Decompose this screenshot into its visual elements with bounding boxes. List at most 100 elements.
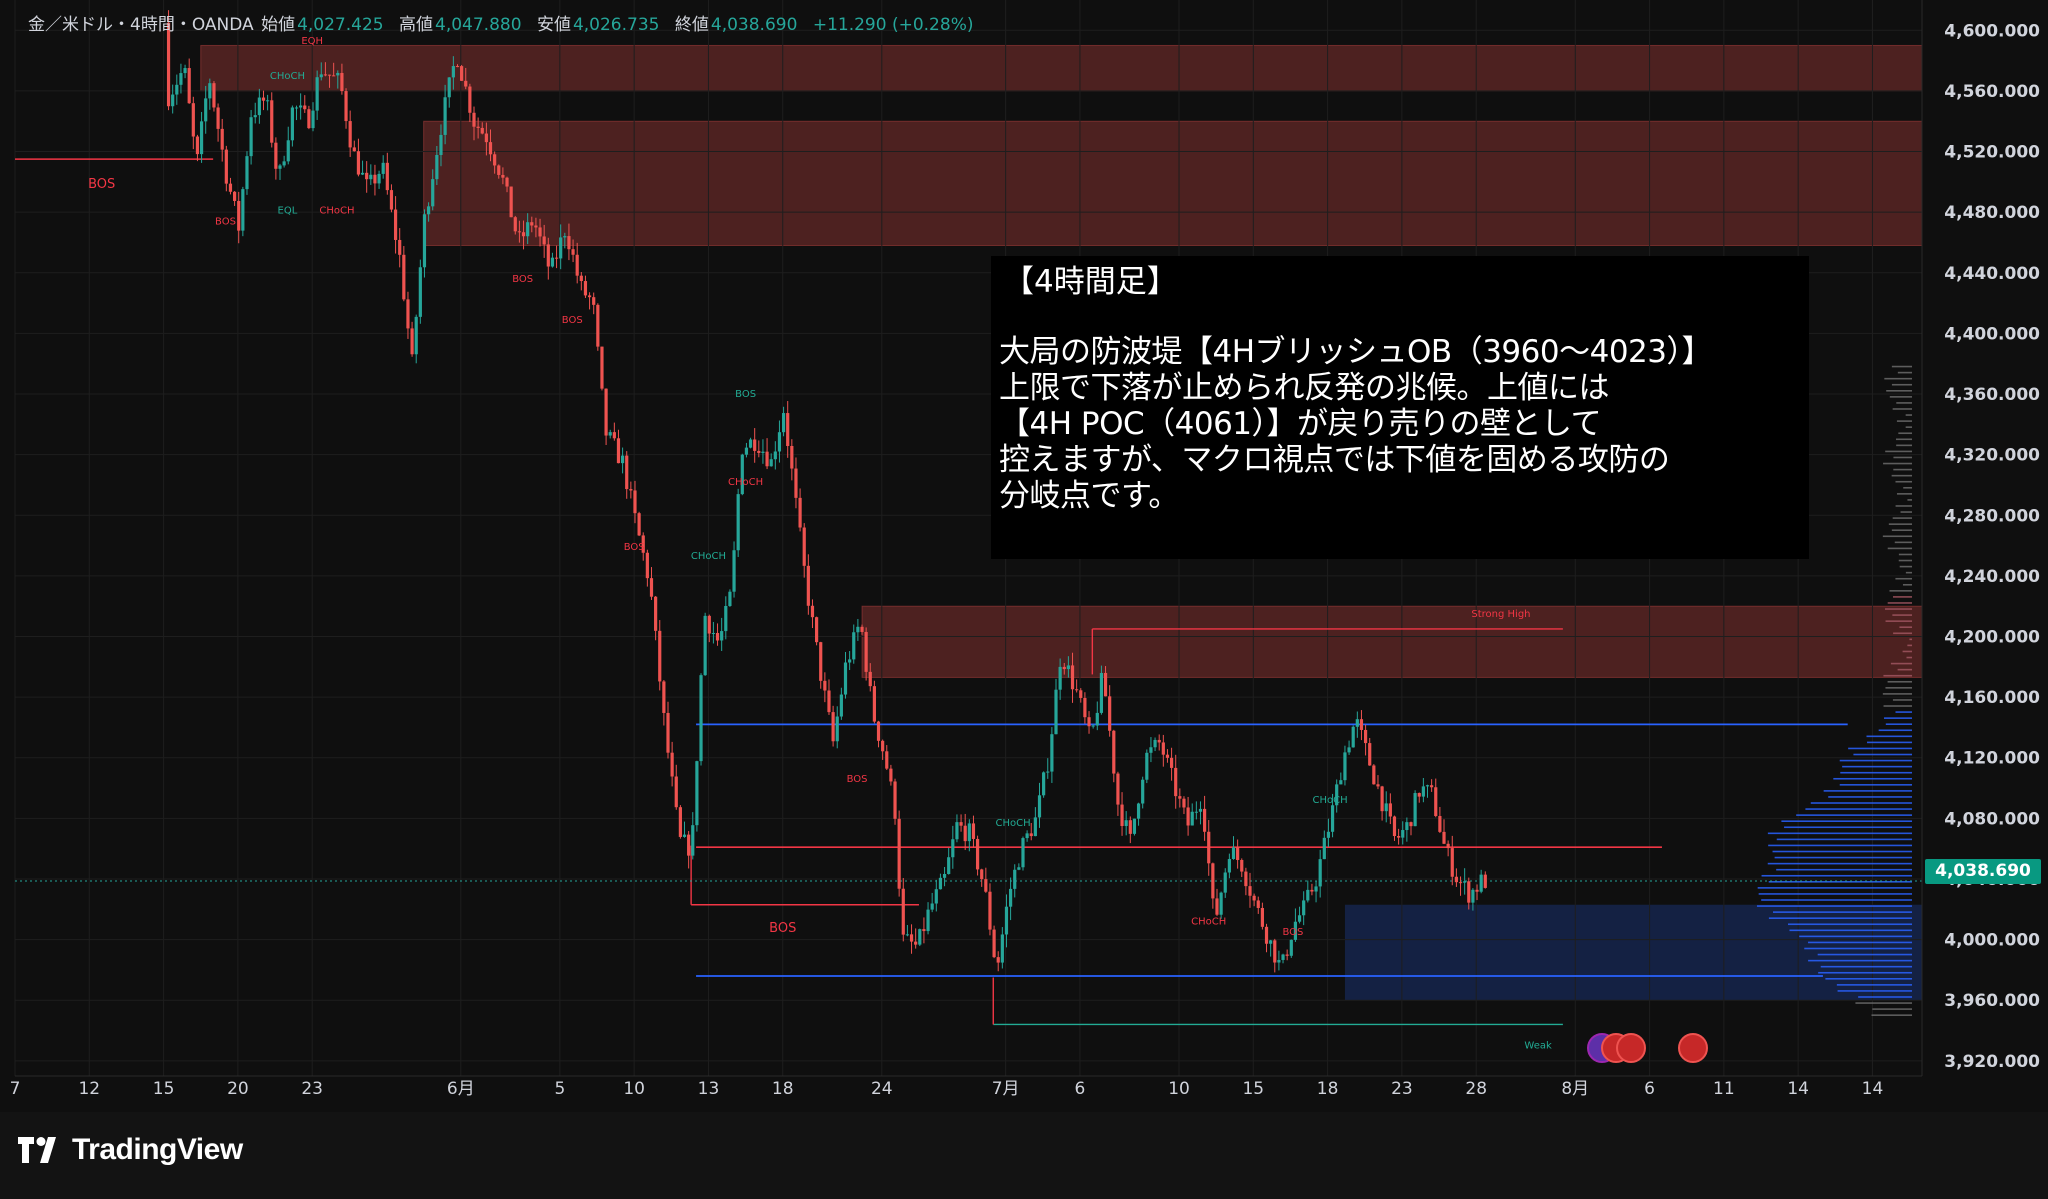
volume-profile-row <box>1905 571 1912 574</box>
candle-body <box>1132 818 1137 834</box>
annotation-line: 【4H POC（4061）】が戻り売りの壁として <box>999 406 1602 442</box>
candle-body <box>443 97 447 135</box>
price-tick-label: 4,560.000 <box>1944 82 2040 102</box>
supply-zone <box>423 120 1923 247</box>
candle-body <box>439 134 443 155</box>
candle-body <box>488 142 493 155</box>
tradingview-logo[interactable]: TradingView <box>18 1133 243 1167</box>
candle-body <box>658 630 662 682</box>
candle-body <box>1248 886 1252 896</box>
candle-body <box>707 615 711 634</box>
candle-body <box>1351 726 1355 748</box>
candle-body <box>245 156 249 190</box>
candle-body <box>823 680 827 691</box>
volume-profile-row <box>1895 438 1912 441</box>
chart-area[interactable]: BOS BOS EQL CHoCH CHoCH EQH BOS BOS BOS CHoCH CHoC… <box>0 0 2048 1112</box>
candle-body <box>889 768 893 782</box>
price-tick-label: 4,600.000 <box>1944 21 2040 41</box>
candle-body <box>753 439 757 451</box>
candle-body <box>1297 915 1302 922</box>
candle-body <box>365 172 369 180</box>
candle-body <box>526 222 530 237</box>
volume-profile-row <box>1899 626 1912 629</box>
candle-body <box>204 98 208 122</box>
time-tick-label: 18 <box>1317 1079 1339 1099</box>
candle-body <box>579 275 583 282</box>
candle-body <box>691 825 695 856</box>
time-tick-label: 7月 <box>992 1079 1020 1099</box>
candle-body <box>1401 830 1405 838</box>
candle-body <box>385 162 389 191</box>
volume-profile-row <box>1902 650 1912 653</box>
candle-body <box>336 72 340 76</box>
candle-body <box>179 73 183 85</box>
candle-body <box>1141 779 1145 804</box>
candle-body <box>253 115 257 118</box>
candle-body <box>703 615 707 676</box>
candle-body <box>1479 874 1483 892</box>
candle-body <box>311 110 315 129</box>
volume-profile-row <box>1886 389 1912 392</box>
volume-profile-row <box>1761 899 1912 901</box>
volume-profile-row <box>1899 565 1912 568</box>
candle-body <box>629 489 633 491</box>
volume-profile-row <box>1866 735 1912 738</box>
candle-body <box>1190 811 1194 826</box>
volume-profile-row <box>1758 893 1912 895</box>
candle-body <box>1438 816 1442 832</box>
smc-label: BOS <box>215 216 236 227</box>
volume-profile-row <box>1892 699 1912 701</box>
candle-body <box>559 237 563 259</box>
candle-body <box>509 186 513 218</box>
volume-profile-row <box>1887 602 1912 604</box>
candle-body <box>315 77 319 111</box>
us-flag-event-icon[interactable] <box>1678 1033 1708 1063</box>
us-flag-event-icon[interactable] <box>1616 1033 1646 1063</box>
smc-label: CHoCH <box>270 71 305 82</box>
volume-profile-row <box>1893 468 1912 471</box>
low-label: 安値 <box>536 15 571 35</box>
candle-body <box>1037 795 1042 818</box>
candle-body <box>546 244 550 267</box>
candle-body <box>402 254 406 300</box>
candle-body <box>1033 817 1037 837</box>
time-tick-label: 13 <box>698 1079 720 1099</box>
candle-body <box>992 929 996 958</box>
candle-body <box>208 83 212 99</box>
smc-label: EQH <box>301 36 323 47</box>
annotation-line: 分岐点です。 <box>999 478 1179 514</box>
price-tick-label: 4,240.000 <box>1944 567 2040 587</box>
candle-body <box>608 432 612 436</box>
candle-body <box>294 107 299 109</box>
candle-body <box>1070 665 1075 690</box>
supply-zone <box>861 605 1923 678</box>
candle-body <box>1363 729 1368 744</box>
smc-label: BOS <box>512 274 533 285</box>
candle-body <box>852 632 856 660</box>
candle-body <box>715 632 720 641</box>
volume-profile-row <box>1784 826 1912 829</box>
candle-body <box>199 121 204 155</box>
volume-profile-row <box>1799 935 1912 938</box>
candle-body <box>1458 882 1463 884</box>
candle-body <box>827 690 831 713</box>
volume-profile-row <box>1757 887 1912 889</box>
volume-profile-row <box>1804 947 1912 950</box>
volume-profile-row <box>1909 638 1912 641</box>
candle-body <box>724 605 728 632</box>
volume-profile-row <box>1898 559 1912 562</box>
candle-body <box>237 200 241 231</box>
time-tick-label: 7 <box>10 1079 21 1099</box>
candle-body <box>1277 959 1281 963</box>
symbol-title[interactable]: 金／米ドル・4時間・OANDA <box>28 15 254 35</box>
candle-body <box>369 174 373 180</box>
ohlc-legend: 金／米ドル・4時間・OANDA 始値 4,027.425 高値 4,047.880 … <box>28 10 975 35</box>
candle-body <box>290 107 294 141</box>
candle-body <box>662 681 666 713</box>
candle-body <box>1083 697 1087 718</box>
candle-body <box>352 147 356 152</box>
candle-body <box>637 513 641 536</box>
candle-body <box>274 142 278 169</box>
volume-profile-row <box>1892 596 1912 598</box>
volume-profile-row <box>1883 705 1912 707</box>
